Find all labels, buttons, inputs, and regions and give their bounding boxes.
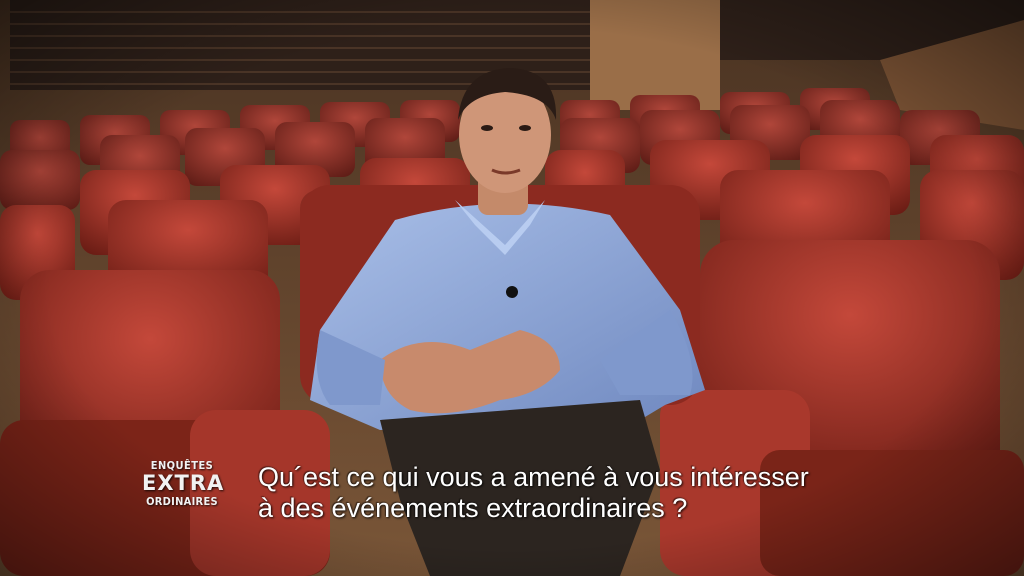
logo-line-3: ORDINAIRES bbox=[146, 495, 218, 508]
video-frame: ENQUÊTES EXTRA ORDINAIRES Qu´est ce qui … bbox=[0, 0, 1024, 576]
subtitle-caption: Qu´est ce qui vous a amené à vous intére… bbox=[258, 462, 998, 524]
subtitle-line-2: à des événements extraordinaires ? bbox=[258, 493, 688, 523]
logo-line-2: EXTRA bbox=[142, 471, 225, 495]
logo-line-1: ENQUÊTES bbox=[150, 459, 214, 472]
show-logo: ENQUÊTES EXTRA ORDINAIRES bbox=[142, 459, 225, 508]
subtitle-line-1: Qu´est ce qui vous a amené à vous intére… bbox=[258, 462, 809, 492]
